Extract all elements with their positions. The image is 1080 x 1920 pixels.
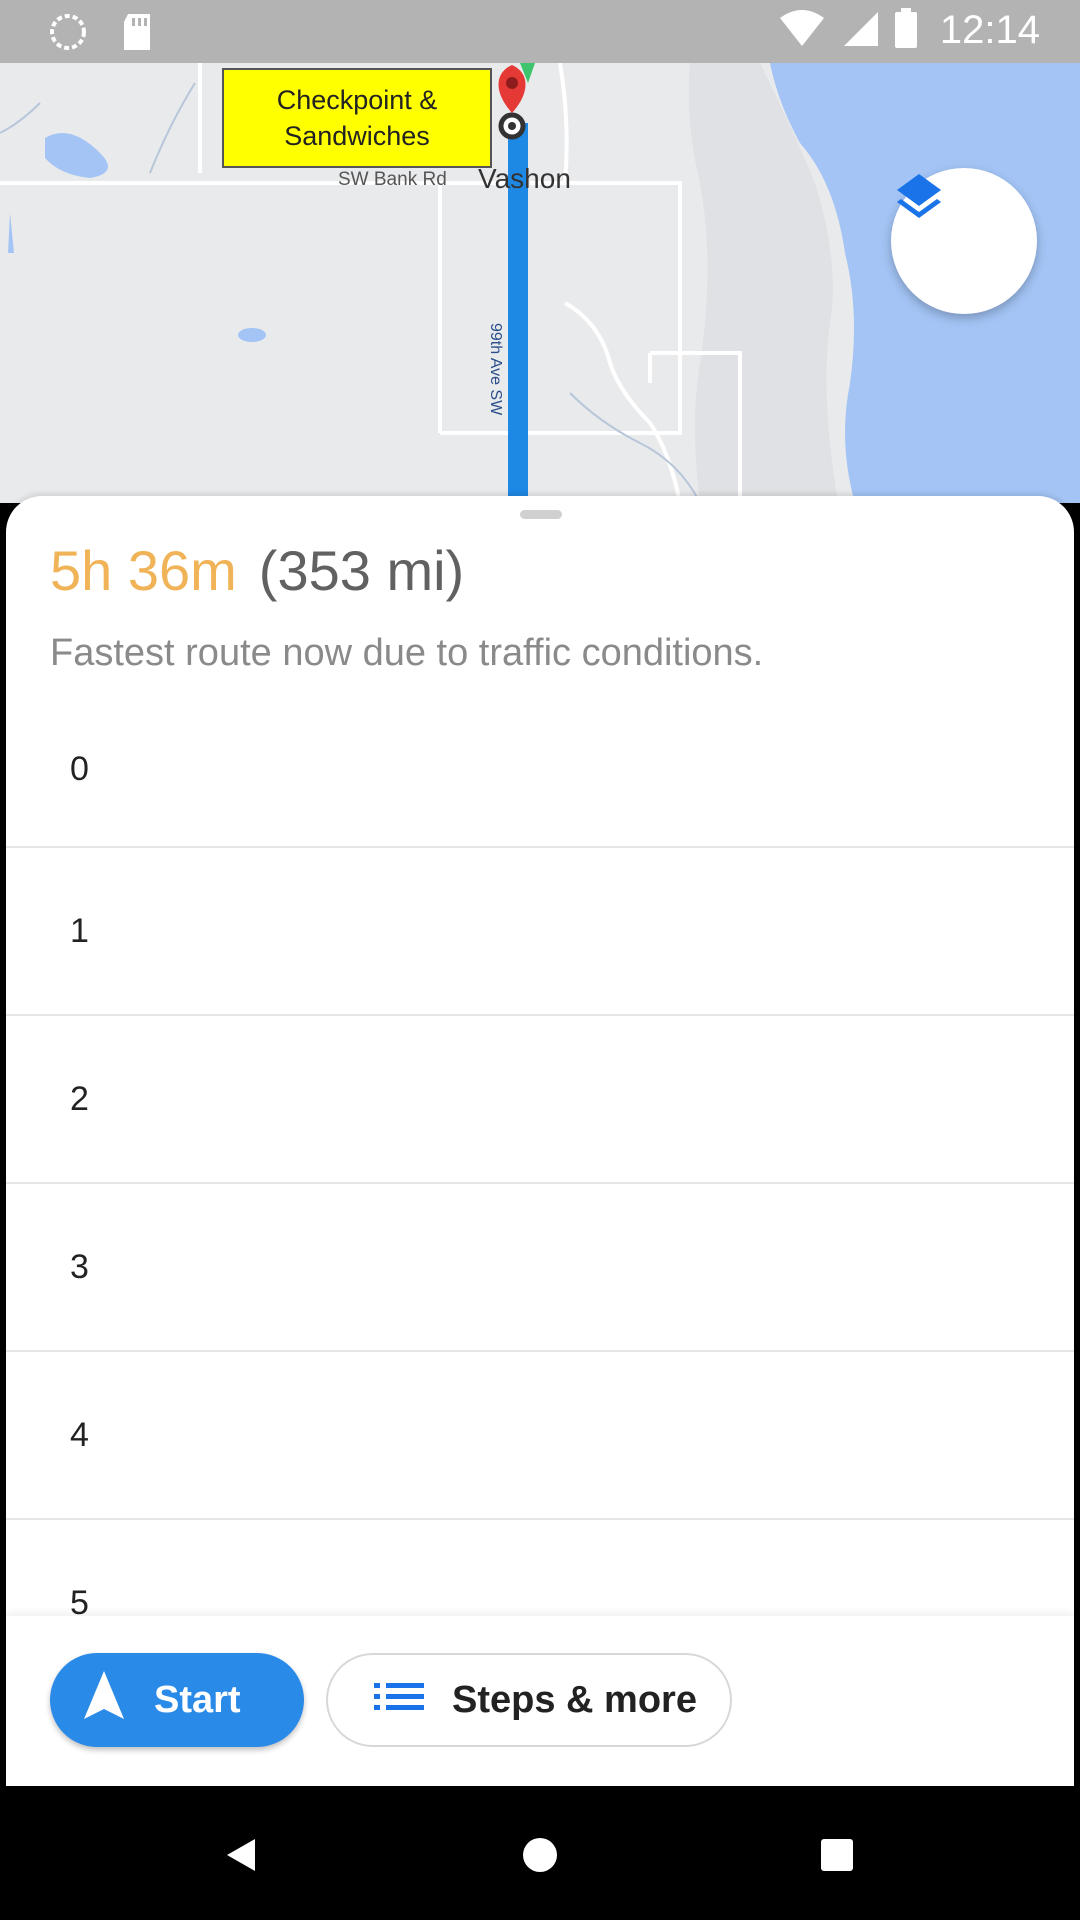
sheet-drag-handle[interactable] [520,510,562,519]
list-item-label: 1 [70,911,89,950]
status-right-icons: 12:14 [778,8,1040,53]
wifi-icon [778,8,826,53]
route-summary: 5h 36m (353 mi) [50,538,464,603]
start-button[interactable]: Start [50,1653,304,1747]
steps-list: 0 1 2 3 4 5 [6,692,1074,1688]
sync-icon [48,12,88,57]
route-note: Fastest route now due to traffic conditi… [50,632,764,674]
route-distance: (353 mi) [258,539,465,602]
list-item-label: 3 [70,1247,89,1286]
system-nav-bar [0,1792,1080,1920]
street-label: 99th Ave SW [487,323,504,416]
recents-icon [817,1835,857,1880]
list-item-label: 2 [70,1079,89,1118]
home-icon [520,1835,560,1880]
signal-icon [840,8,880,53]
list-icon [374,1679,424,1722]
poi-label-checkpoint[interactable]: Checkpoint & Sandwiches [222,68,492,168]
back-icon [221,1835,261,1880]
action-bar: Start Steps & more [6,1616,1074,1786]
town-label: Vashon [478,163,571,194]
battery-icon [894,8,918,53]
list-item[interactable]: 3 [6,1184,1074,1352]
sd-card-icon [120,12,154,57]
list-item[interactable]: 0 [6,692,1074,848]
list-item-label: 4 [70,1415,89,1454]
list-item[interactable]: 4 [6,1352,1074,1520]
steps-and-more-button[interactable]: Steps & more [326,1653,732,1747]
road-label: SW Bank Rd [338,169,447,190]
list-item[interactable]: 2 [6,1016,1074,1184]
home-button[interactable] [505,1822,575,1892]
status-left-icons [48,12,154,57]
status-bar: 12:14 [0,0,1080,63]
list-item-label: 0 [70,749,89,788]
navigation-arrow-icon [82,1669,126,1731]
route-duration: 5h 36m [50,539,237,602]
list-item[interactable]: 1 [6,848,1074,1016]
directions-sheet: 5h 36m (353 mi) Fastest route now due to… [6,496,1074,1786]
steps-button-label: Steps & more [452,1678,697,1721]
recents-button[interactable] [802,1822,872,1892]
map-view[interactable]: Checkpoint & Sandwiches SW Bank Rd Vasho… [0,63,1080,503]
status-time: 12:14 [939,8,1040,52]
map-layers-button[interactable] [891,168,1037,314]
start-button-label: Start [154,1678,241,1721]
back-button[interactable] [206,1822,276,1892]
